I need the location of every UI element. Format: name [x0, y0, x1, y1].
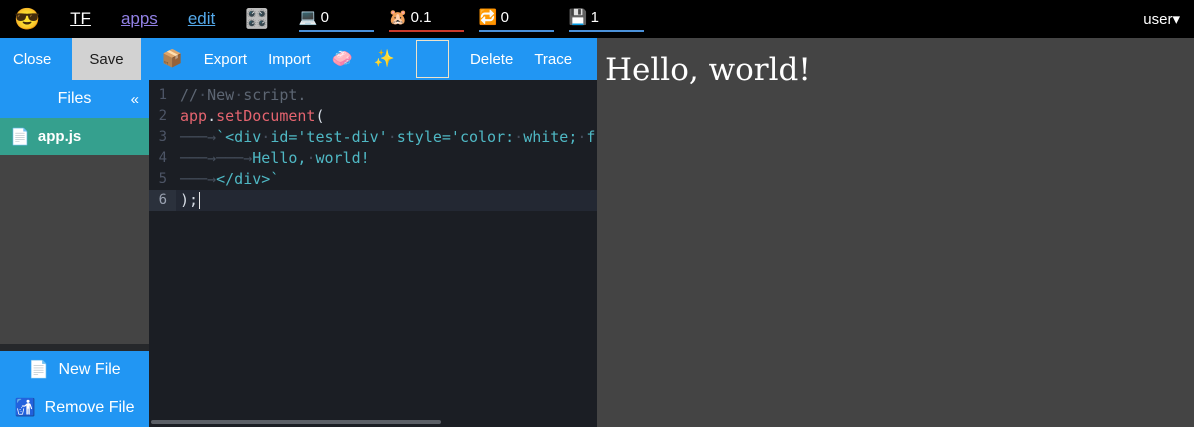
files-header: Files « — [0, 80, 149, 118]
file-item-appjs[interactable]: 📄 app.js — [0, 118, 149, 155]
export-button[interactable]: Export — [204, 51, 247, 68]
trace-button[interactable]: Trace — [534, 51, 572, 68]
laptop-field[interactable]: 💻 — [299, 6, 374, 32]
soap-button[interactable]: 🧼 — [332, 49, 353, 69]
code-segment: · — [198, 86, 207, 104]
app-screen: 😎 TF apps edit 🎛️ 💻 🐹 🔁 💾 user▾ — [0, 0, 1194, 427]
code-segment: white; — [523, 128, 577, 146]
code-segment: ───→ — [180, 128, 216, 146]
code-segment: · — [514, 128, 523, 146]
code-editor[interactable]: 1//·New·script.2app.setDocument(3───→`<d… — [149, 80, 597, 427]
code-segment: New — [207, 86, 234, 104]
remove-file-button[interactable]: 🚮 Remove File — [0, 389, 149, 427]
laptop-icon: 💻 — [299, 10, 318, 25]
code-segment: . — [207, 107, 216, 125]
file-item-label: app.js — [38, 128, 81, 145]
file-list-empty-area — [0, 155, 149, 344]
floppy-disk-icon: 💾 — [569, 10, 588, 25]
code-segment: style='color: — [397, 128, 514, 146]
code-lines: 1//·New·script.2app.setDocument(3───→`<d… — [149, 85, 597, 211]
code-content: //·New·script. — [176, 85, 306, 106]
code-segment: ───→ — [180, 170, 216, 188]
editor-toolbar: Close Save 📦 Export Import 🧼 ✨ Delete Tr… — [0, 38, 597, 80]
new-file-button[interactable]: 📄 New File — [0, 351, 149, 389]
code-segment: ); — [180, 191, 198, 209]
line-number: 1 — [149, 85, 176, 106]
repeat-field[interactable]: 🔁 — [479, 6, 554, 32]
code-line[interactable]: 2app.setDocument( — [149, 106, 597, 127]
collapse-sidebar-button[interactable]: « — [131, 80, 139, 118]
code-segment: · — [261, 128, 270, 146]
sidebar-divider — [0, 344, 149, 351]
horizontal-scrollbar[interactable] — [151, 420, 441, 424]
files-header-label: Files — [58, 90, 92, 108]
hamster-icon: 🐹 — [389, 10, 408, 25]
line-number: 5 — [149, 169, 176, 190]
delete-button[interactable]: Delete — [470, 51, 513, 68]
line-number: 6 — [149, 190, 176, 211]
text-cursor — [199, 192, 201, 209]
code-segment: // — [180, 86, 198, 104]
code-content: ───→───→Hello,·world! — [176, 148, 370, 169]
litter-bin-icon: 🚮 — [15, 398, 36, 418]
hamster-field[interactable]: 🐹 — [389, 6, 464, 32]
repeat-icon: 🔁 — [479, 10, 498, 25]
code-content: ───→</div>` — [176, 169, 279, 190]
close-button[interactable]: Close — [13, 51, 51, 68]
stat-fields: 💻 🐹 🔁 💾 — [299, 6, 644, 32]
code-line[interactable]: 6); — [149, 190, 597, 211]
repeat-value-input[interactable] — [501, 9, 549, 26]
hamster-value-input[interactable] — [411, 9, 459, 26]
remove-file-label: Remove File — [45, 399, 135, 417]
new-file-label: New File — [58, 361, 120, 379]
smiling-sunglasses-icon[interactable]: 😎 — [14, 9, 40, 30]
user-menu[interactable]: user▾ — [1143, 10, 1180, 28]
code-line[interactable]: 3───→`<div·id='test-div'·style='color:·w… — [149, 127, 597, 148]
control-knobs-icon[interactable]: 🎛️ — [245, 10, 269, 29]
laptop-value-input[interactable] — [321, 9, 369, 26]
code-segment: · — [388, 128, 397, 146]
document-icon: 📄 — [10, 127, 30, 147]
main-split: Close Save 📦 Export Import 🧼 ✨ Delete Tr… — [0, 38, 1194, 427]
nav-link-apps[interactable]: apps — [121, 9, 158, 29]
code-content: ───→`<div·id='test-div'·style='color:·wh… — [176, 127, 595, 148]
code-segment: setDocument — [216, 107, 315, 125]
code-line[interactable]: 1//·New·script. — [149, 85, 597, 106]
package-button[interactable]: 📦 — [162, 49, 183, 69]
code-segment: world! — [315, 149, 369, 167]
page-icon: 📄 — [28, 360, 49, 380]
sparkles-button[interactable]: ✨ — [374, 49, 395, 69]
preview-pane: Hello, world! — [597, 38, 1194, 427]
files-sidebar: Files « 📄 app.js 📄 New File 🚮 — [0, 80, 149, 427]
code-line[interactable]: 5───→</div>` — [149, 169, 597, 190]
code-segment: Hello, — [252, 149, 306, 167]
nav-link-tf[interactable]: TF — [70, 9, 91, 29]
code-line[interactable]: 4───→───→Hello,·world! — [149, 148, 597, 169]
code-segment: id='test-div' — [270, 128, 387, 146]
code-segment: ( — [315, 107, 324, 125]
save-button[interactable]: Save — [72, 38, 140, 80]
code-segment: ───→ — [216, 149, 252, 167]
empty-emoji-button[interactable] — [416, 40, 449, 78]
code-segment: ───→ — [180, 149, 216, 167]
line-number: 4 — [149, 148, 176, 169]
code-segment: app — [180, 107, 207, 125]
editor-app: Close Save 📦 Export Import 🧼 ✨ Delete Tr… — [0, 38, 597, 427]
hello-world-text: Hello, world! — [605, 51, 1194, 90]
code-content: app.setDocument( — [176, 106, 325, 127]
nav-link-edit[interactable]: edit — [188, 9, 215, 29]
code-segment: · — [234, 86, 243, 104]
import-button[interactable]: Import — [268, 51, 311, 68]
code-content: ); — [176, 190, 200, 211]
floppy-value-input[interactable] — [591, 9, 639, 26]
floppy-field[interactable]: 💾 — [569, 6, 644, 32]
code-segment: f — [586, 128, 595, 146]
code-segment: `<div — [216, 128, 261, 146]
code-segment: </div>` — [216, 170, 279, 188]
code-segment: script. — [243, 86, 306, 104]
workspace: Files « 📄 app.js 📄 New File 🚮 — [0, 80, 597, 427]
line-number: 2 — [149, 106, 176, 127]
line-number: 3 — [149, 127, 176, 148]
top-bar: 😎 TF apps edit 🎛️ 💻 🐹 🔁 💾 user▾ — [0, 0, 1194, 38]
